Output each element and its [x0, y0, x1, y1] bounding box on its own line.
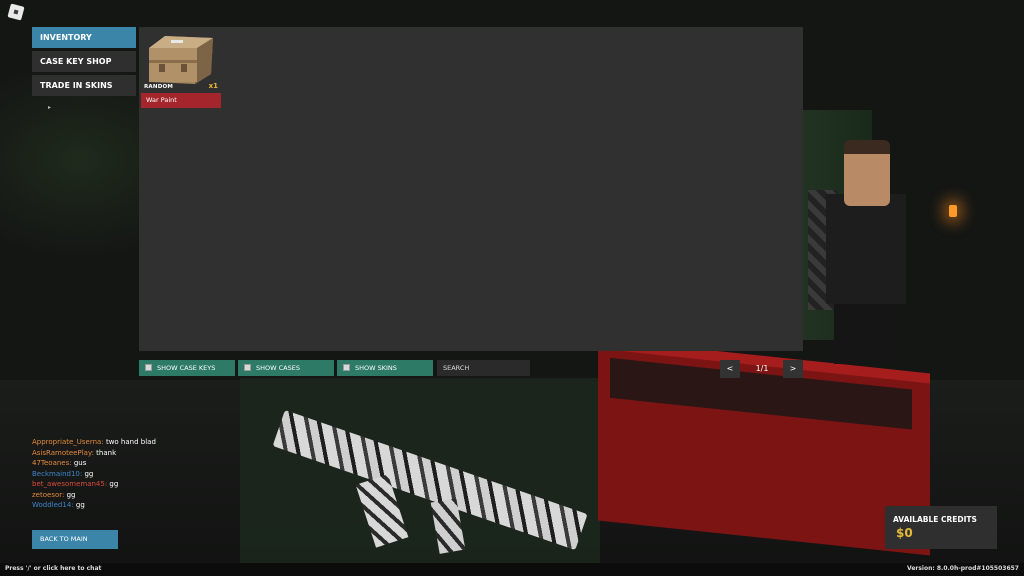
- chat-message: bet_awesomeman45: gg: [32, 479, 156, 490]
- version-label: Version: 8.0.0h-prod#105503657: [907, 565, 1019, 572]
- chat-text: gg: [66, 490, 76, 499]
- show-skins-label: SHOW SKINS: [355, 364, 397, 372]
- weapon-case-icon: [149, 36, 213, 84]
- prev-page-button[interactable]: <: [720, 360, 740, 378]
- chat-message: Appropriate_Userna: two hand blad: [32, 437, 156, 448]
- chat-username: Appropriate_Userna:: [32, 438, 104, 446]
- back-to-main-button[interactable]: BACK TO MAIN: [32, 530, 118, 549]
- lamp-light: [949, 205, 957, 217]
- show-case-keys-toggle[interactable]: SHOW CASE KEYS: [139, 360, 235, 376]
- chat-username: Woddled14:: [32, 501, 74, 509]
- inventory-item-card[interactable]: RANDOM x1 War Paint: [141, 32, 221, 108]
- chat-username: Beckmaind10:: [32, 469, 83, 478]
- page-indicator: 1/1: [755, 364, 769, 373]
- chat-text: gg: [109, 480, 119, 488]
- chat-text: gg: [75, 501, 85, 509]
- show-skins-toggle[interactable]: SHOW SKINS: [337, 360, 433, 376]
- credits-label: AVAILABLE CREDITS: [893, 515, 977, 524]
- credits-amount: $0: [896, 526, 913, 540]
- chat-message: 47Teoanes: gus: [32, 458, 156, 469]
- chat-text: two hand blad: [105, 438, 156, 446]
- chat-text: gg: [84, 469, 94, 478]
- bottom-bar: [0, 563, 1024, 576]
- chat-message: Woddled14: gg: [32, 500, 156, 511]
- show-cases-toggle[interactable]: SHOW CASES: [238, 360, 334, 376]
- chat-username: 47Teoanes:: [32, 459, 72, 467]
- menu-case-key-shop-button[interactable]: CASE KEY SHOP: [32, 51, 136, 72]
- item-name: RANDOM: [144, 84, 174, 90]
- inventory-panel: [139, 27, 803, 351]
- checkbox-icon: [145, 364, 152, 371]
- chat-message: Beckmaind10: gg: [32, 469, 156, 480]
- item-count: x1: [208, 82, 218, 90]
- menu-trade-in-skins-button[interactable]: TRADE IN SKINS: [32, 75, 136, 96]
- show-case-keys-label: SHOW CASE KEYS: [157, 364, 216, 372]
- credits-panel: AVAILABLE CREDITS $0: [885, 506, 997, 549]
- chat-message: AsisRamoteePlay: thank: [32, 448, 156, 459]
- search-input[interactable]: SEARCH: [437, 360, 530, 376]
- chat-username: bet_awesomeman45:: [32, 480, 108, 488]
- rifle-model: [272, 400, 615, 554]
- show-cases-label: SHOW CASES: [256, 364, 300, 372]
- chat-username: AsisRamoteePlay:: [32, 448, 94, 457]
- checkbox-icon: [244, 364, 251, 371]
- menu-caret-icon: ▸: [48, 104, 52, 111]
- player-avatar: [808, 140, 912, 364]
- menu-inventory-button[interactable]: INVENTORY: [32, 27, 136, 48]
- chat-hint-link[interactable]: Press '/' or click here to chat: [5, 565, 101, 572]
- chat-text: thank: [96, 448, 117, 457]
- chat-text: gus: [73, 459, 87, 467]
- chat-log: Appropriate_Userna: two hand blad AsisRam…: [32, 437, 156, 511]
- item-collection-tag: War Paint: [141, 93, 221, 108]
- next-page-button[interactable]: >: [783, 360, 803, 378]
- chat-message: zetoesor: gg: [32, 490, 156, 501]
- checkbox-icon: [343, 364, 350, 371]
- chat-username: zetoesor:: [32, 490, 65, 499]
